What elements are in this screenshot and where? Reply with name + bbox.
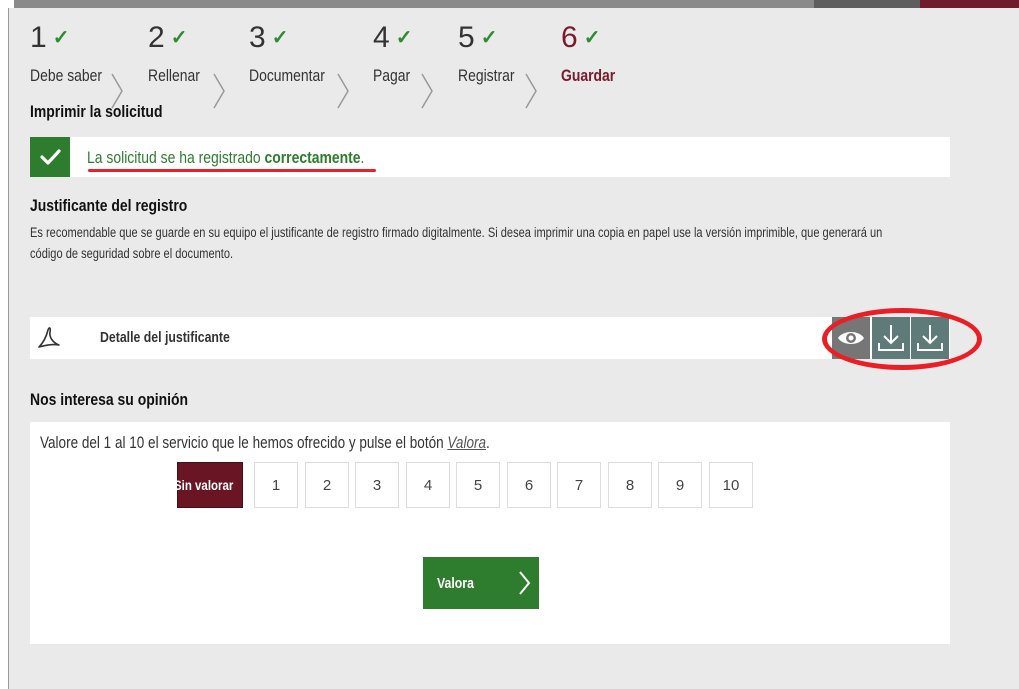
chevron-right-icon bbox=[519, 571, 531, 595]
success-period: . bbox=[360, 148, 365, 167]
rating-intro: Valore del 1 al 10 el servicio que le he… bbox=[40, 434, 589, 453]
rating-1-button[interactable]: 1 bbox=[254, 462, 298, 508]
step-number: 1 bbox=[30, 21, 47, 54]
step-number: 6 bbox=[561, 21, 578, 54]
receipt-description: Es recomendable que se guarde en su equi… bbox=[30, 225, 883, 261]
rating-card: Valore del 1 al 10 el servicio que le he… bbox=[30, 422, 950, 644]
step-label: Pagar bbox=[373, 66, 411, 85]
step-label: Rellenar bbox=[148, 66, 200, 85]
check-icon: ✓ bbox=[583, 27, 601, 49]
valora-link[interactable]: Valora bbox=[447, 434, 486, 452]
chevron-right-icon bbox=[421, 73, 433, 109]
top-bar-segment bbox=[814, 0, 920, 8]
rating-2-button[interactable]: 2 bbox=[305, 462, 349, 508]
check-icon: ✓ bbox=[395, 27, 413, 49]
valora-label: Valora bbox=[437, 574, 474, 592]
progress-stepper: 1 ✓ Debe saber 2 ✓ Rellenar 3 ✓ Documentar … bbox=[30, 20, 630, 109]
step-4[interactable]: 4 ✓ Pagar bbox=[373, 20, 418, 100]
step-label: Registrar bbox=[458, 66, 515, 85]
rating-4-button[interactable]: 4 bbox=[406, 462, 450, 508]
chevron-right-icon bbox=[525, 73, 537, 109]
top-bar bbox=[14, 0, 1019, 8]
success-text: La solicitud se ha registrado bbox=[87, 148, 265, 167]
step-label: Guardar bbox=[561, 66, 616, 85]
highlight-ring bbox=[822, 308, 982, 370]
check-icon bbox=[40, 149, 61, 165]
rating-intro-period: . bbox=[486, 434, 490, 452]
rating-5-button[interactable]: 5 bbox=[456, 462, 500, 508]
check-icon: ✓ bbox=[271, 27, 289, 49]
receipt-detail-row: Detalle del justificante bbox=[30, 317, 950, 359]
rating-9-button[interactable]: 9 bbox=[658, 462, 702, 508]
top-bar-accent bbox=[920, 0, 1019, 8]
rating-8-button[interactable]: 8 bbox=[608, 462, 652, 508]
opinion-title: Nos interesa su opinión bbox=[30, 390, 189, 409]
step-label: Documentar bbox=[249, 66, 325, 85]
step-number: 4 bbox=[373, 21, 390, 54]
step-number: 5 bbox=[458, 21, 475, 54]
valora-submit-button[interactable]: Valora bbox=[423, 557, 539, 609]
check-icon: ✓ bbox=[52, 27, 70, 49]
print-section-title: Imprimir la solicitud bbox=[30, 102, 163, 121]
rating-3-button[interactable]: 3 bbox=[355, 462, 399, 508]
receipt-title: Justificante del registro bbox=[30, 196, 188, 215]
rating-6-button[interactable]: 6 bbox=[507, 462, 551, 508]
success-message: La solicitud se ha registrado correctame… bbox=[87, 148, 425, 168]
step-label: Debe saber bbox=[30, 66, 103, 85]
success-emphasis: correctamente bbox=[264, 148, 361, 167]
highlight-underline bbox=[88, 169, 376, 172]
rating-intro-text: Valore del 1 al 10 el servicio que le he… bbox=[40, 434, 448, 452]
rating-unrated-button[interactable]: Sin valorar bbox=[174, 462, 243, 508]
success-alert: La solicitud se ha registrado correctame… bbox=[30, 137, 950, 177]
rating-10-button[interactable]: 10 bbox=[709, 462, 753, 508]
step-3[interactable]: 3 ✓ Documentar bbox=[249, 20, 342, 100]
step-number: 2 bbox=[148, 21, 165, 54]
success-box bbox=[30, 137, 70, 177]
chevron-right-icon bbox=[337, 73, 349, 109]
pdf-icon bbox=[38, 327, 60, 348]
check-icon: ✓ bbox=[170, 27, 188, 49]
check-icon: ✓ bbox=[480, 27, 498, 49]
step-2[interactable]: 2 ✓ Rellenar bbox=[148, 20, 211, 100]
receipt-detail-label: Detalle del justificante bbox=[100, 329, 230, 346]
step-5[interactable]: 5 ✓ Registrar bbox=[458, 20, 527, 100]
rating-7-button[interactable]: 7 bbox=[557, 462, 601, 508]
chevron-right-icon bbox=[213, 73, 225, 109]
step-number: 3 bbox=[249, 21, 266, 54]
step-1[interactable]: 1 ✓ Debe saber bbox=[30, 20, 118, 100]
step-6[interactable]: 6 ✓ Guardar bbox=[561, 20, 627, 100]
